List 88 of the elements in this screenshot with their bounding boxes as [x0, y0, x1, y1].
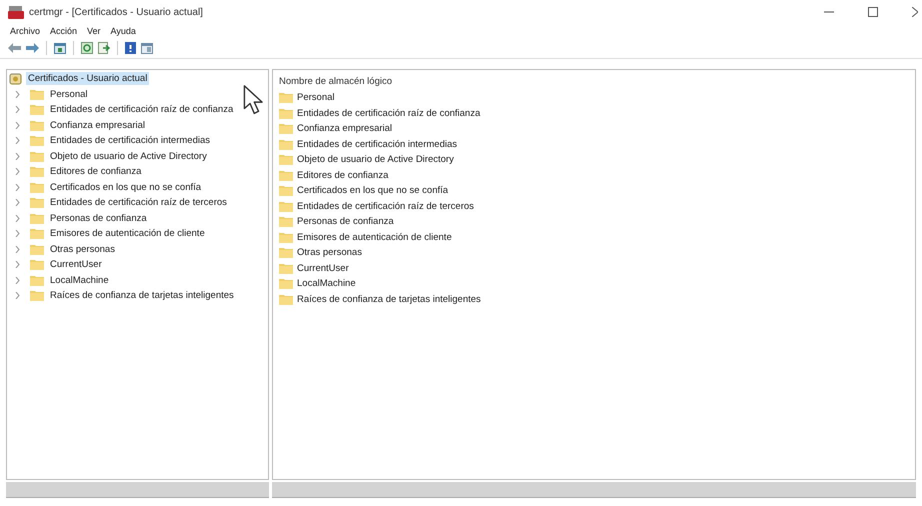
close-icon[interactable]	[912, 7, 918, 17]
list-item[interactable]: Certificados en los que no se confía	[295, 184, 450, 198]
folder-icon	[279, 154, 293, 166]
expand-chevron-icon[interactable]	[15, 230, 20, 238]
folder-icon	[30, 228, 44, 240]
list-item[interactable]: Entidades de certificación raíz de terceros	[295, 200, 476, 213]
certificate-store-icon	[9, 72, 22, 85]
list-item[interactable]: Entidades de certificación raíz de confianza	[295, 106, 482, 120]
help-icon[interactable]	[125, 42, 136, 54]
list-item[interactable]: CurrentUser	[295, 262, 351, 275]
folder-icon	[279, 185, 293, 196]
tree-item[interactable]: Entidades de certificación raíz de confianza	[48, 103, 236, 116]
folder-icon	[279, 108, 293, 119]
folder-icon	[30, 150, 44, 162]
folder-icon	[279, 123, 293, 134]
list-item[interactable]: Personas de confianza	[295, 215, 396, 228]
back-arrow-icon[interactable]	[8, 43, 21, 53]
list-item[interactable]: Confianza empresarial	[295, 122, 394, 136]
folder-icon	[279, 262, 293, 274]
expand-chevron-icon[interactable]	[15, 246, 20, 253]
console-tree-icon[interactable]	[54, 42, 66, 54]
expand-chevron-icon[interactable]	[15, 214, 20, 222]
folder-icon	[30, 212, 44, 224]
expand-chevron-icon[interactable]	[15, 276, 20, 284]
tree-item[interactable]: Emisores de autenticación de cliente	[48, 227, 207, 240]
folder-icon	[30, 120, 44, 131]
column-header[interactable]: Nombre de almacén lógico	[277, 76, 392, 86]
expand-chevron-icon[interactable]	[15, 106, 20, 114]
tree-item[interactable]: Objeto de usuario de Active Directory	[48, 150, 209, 163]
tree-item[interactable]: Personal	[48, 88, 90, 101]
forward-arrow-icon[interactable]	[26, 43, 39, 53]
menu-item[interactable]: Ver	[87, 26, 101, 36]
list-item[interactable]: Otras personas	[295, 246, 364, 260]
tree-item[interactable]: Editores de confianza	[48, 165, 144, 178]
tree-item[interactable]: LocalMachine	[48, 274, 111, 287]
list-item[interactable]: LocalMachine	[295, 277, 358, 290]
window-pane-icon[interactable]	[141, 42, 153, 54]
folder-icon	[279, 232, 293, 243]
list-item[interactable]: Objeto de usuario de Active Directory	[295, 153, 456, 166]
folder-icon	[30, 290, 44, 302]
expand-chevron-icon[interactable]	[15, 292, 20, 300]
tree-item[interactable]: Certificados en los que no se confía	[48, 180, 204, 194]
refresh-icon[interactable]	[81, 42, 93, 54]
folder-icon	[279, 138, 293, 150]
folder-icon	[279, 170, 293, 181]
expand-chevron-icon[interactable]	[15, 137, 20, 144]
folder-icon	[30, 259, 44, 270]
folder-icon	[279, 200, 293, 212]
list-item[interactable]: Raíces de confianza de tarjetas inteligentes	[295, 292, 483, 306]
expand-chevron-icon[interactable]	[15, 199, 20, 206]
folder-icon	[30, 197, 44, 208]
tree-item[interactable]: Personas de confianza	[48, 212, 149, 225]
tree-item[interactable]: Certificados - Usuario actual	[26, 72, 150, 86]
folder-icon	[279, 247, 293, 258]
list-item[interactable]: Emisores de autenticación de cliente	[295, 230, 454, 244]
folder-icon	[30, 182, 44, 193]
tree-item[interactable]: CurrentUser	[48, 258, 104, 272]
expand-chevron-icon[interactable]	[15, 152, 20, 160]
folder-icon	[279, 278, 293, 290]
list-item[interactable]: Personal	[295, 91, 336, 104]
expand-chevron-icon[interactable]	[15, 261, 20, 268]
menu-item[interactable]: Ayuda	[110, 26, 136, 36]
expand-chevron-icon[interactable]	[15, 122, 20, 129]
folder-icon	[30, 166, 44, 178]
folder-icon	[279, 294, 293, 305]
tree-item[interactable]: Confianza empresarial	[48, 118, 148, 132]
folder-icon	[30, 135, 44, 146]
folder-icon	[279, 216, 293, 228]
menu-item[interactable]: Archivo	[10, 26, 40, 36]
folder-icon	[30, 104, 44, 116]
tree-item[interactable]: Otras personas	[48, 242, 117, 256]
expand-chevron-icon[interactable]	[15, 90, 20, 98]
window-title: certmgr - [Certificados - Usuario actual]	[29, 6, 203, 18]
folder-icon	[30, 88, 44, 100]
folder-icon	[279, 92, 293, 104]
tree-item[interactable]: Entidades de certificación raíz de terceros	[48, 196, 229, 210]
list-item[interactable]: Entidades de certificación intermedias	[295, 138, 460, 151]
list-item[interactable]: Editores de confianza	[295, 168, 390, 182]
export-icon[interactable]	[98, 42, 110, 54]
folder-icon	[30, 274, 44, 286]
expand-chevron-icon[interactable]	[15, 168, 20, 176]
expand-chevron-icon[interactable]	[15, 184, 20, 191]
app-icon	[8, 5, 24, 19]
menu-item[interactable]: Acción	[50, 26, 78, 36]
tree-item[interactable]: Raíces de confianza de tarjetas inteligentes	[48, 289, 236, 302]
folder-icon	[30, 244, 44, 255]
tree-item[interactable]: Entidades de certificación intermedias	[48, 134, 212, 148]
maximize-icon[interactable]	[868, 7, 878, 17]
